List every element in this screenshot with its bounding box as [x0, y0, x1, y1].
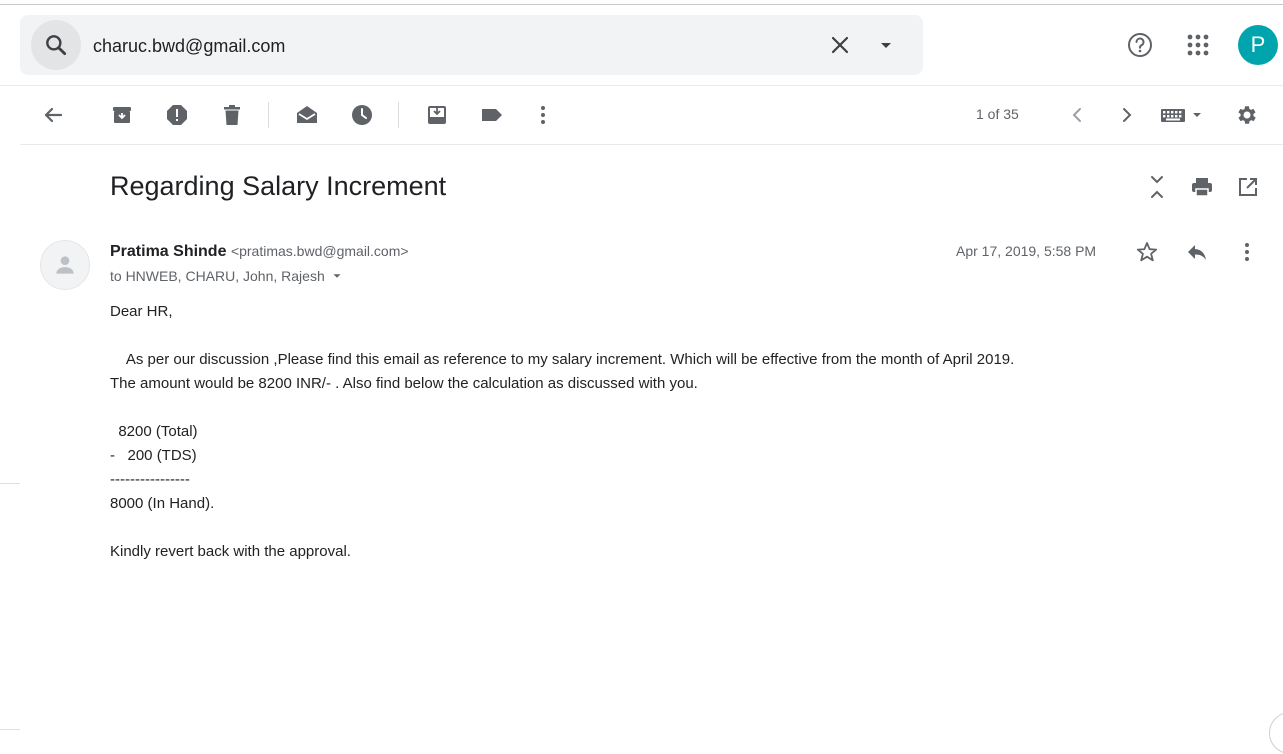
sender-name[interactable]: Pratima Shinde — [110, 243, 226, 260]
snooze-clock-icon[interactable] — [349, 102, 375, 128]
report-spam-icon[interactable] — [164, 102, 190, 128]
email-body-line: 8000 (In Hand). — [110, 495, 215, 512]
collapse-all-icon[interactable] — [1145, 175, 1169, 199]
clear-search-icon[interactable] — [828, 33, 852, 57]
sender-email: <pratimas.bwd@gmail.com> — [230, 243, 409, 259]
email-body-line: Dear HR, — [110, 303, 173, 320]
google-apps-icon[interactable] — [1184, 31, 1212, 59]
email-date: Apr 17, 2019, 5:58 PM — [956, 243, 1097, 259]
archive-icon[interactable] — [109, 102, 135, 128]
more-options-icon[interactable] — [530, 102, 556, 128]
older-chevron-right-icon[interactable] — [1114, 102, 1140, 128]
search-input[interactable] — [91, 30, 815, 62]
divider — [20, 144, 1283, 145]
back-arrow-icon[interactable] — [40, 102, 66, 128]
email-subject: Regarding Salary Increment — [110, 171, 447, 201]
toolbar-divider — [268, 102, 269, 128]
side-panel-toggle[interactable] — [1269, 712, 1283, 754]
toolbar-divider — [398, 102, 399, 128]
label-icon[interactable] — [479, 102, 505, 128]
print-icon[interactable] — [1190, 175, 1214, 199]
divider — [0, 85, 1283, 86]
move-to-inbox-icon[interactable] — [424, 102, 450, 128]
pagination-count: 1 of 35 — [976, 106, 1019, 122]
email-body-line: ---------------- — [110, 471, 190, 488]
email-body-line: - 200 (TDS) — [110, 447, 197, 464]
settings-gear-icon[interactable] — [1234, 102, 1260, 128]
email-body-line: 8200 (Total) — [110, 423, 198, 440]
search-options-dropdown-icon[interactable] — [874, 33, 898, 57]
reply-icon[interactable] — [1185, 240, 1209, 264]
account-avatar[interactable]: P — [1238, 25, 1278, 65]
mark-as-unread-icon[interactable] — [294, 102, 320, 128]
email-body-line: As per our discussion ,Please find this … — [110, 351, 1015, 368]
recipients-text: to HNWEB, CHARU, John, Rajesh — [110, 268, 325, 284]
sender-avatar[interactable] — [40, 240, 90, 290]
edge-divider — [0, 483, 20, 484]
message-more-options-icon[interactable] — [1235, 240, 1259, 264]
email-body-line: Kindly revert back with the approval. — [110, 543, 351, 560]
window-top-border — [0, 4, 1283, 5]
star-icon[interactable] — [1135, 240, 1159, 264]
search-icon[interactable] — [31, 20, 81, 70]
search-bar[interactable] — [20, 15, 923, 75]
input-tools-keyboard-icon[interactable] — [1159, 102, 1205, 128]
show-details-dropdown-icon[interactable] — [330, 269, 344, 283]
delete-icon[interactable] — [219, 102, 245, 128]
email-body-line: The amount would be 8200 INR/- . Also fi… — [110, 375, 698, 392]
edge-divider — [0, 729, 20, 730]
help-icon[interactable] — [1126, 31, 1154, 59]
sender-info: Pratima Shinde <pratimas.bwd@gmail.com> — [110, 243, 409, 261]
open-in-new-window-icon[interactable] — [1236, 175, 1260, 199]
newer-chevron-left-icon[interactable] — [1064, 102, 1090, 128]
recipients-line[interactable]: to HNWEB, CHARU, John, Rajesh — [110, 268, 344, 284]
